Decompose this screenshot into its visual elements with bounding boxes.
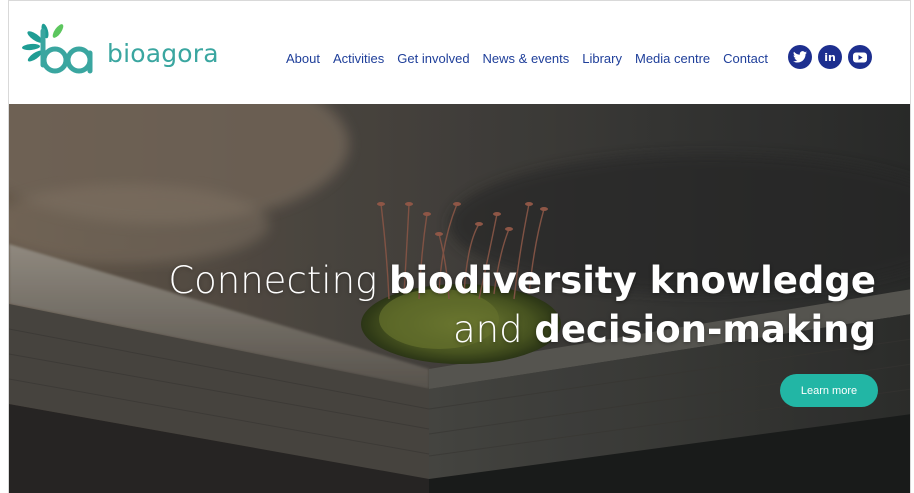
nav-about[interactable]: About: [286, 51, 320, 66]
nav-library[interactable]: Library: [582, 51, 622, 66]
headline-line-2: and decision-making: [168, 305, 876, 354]
nav-get-involved[interactable]: Get involved: [397, 51, 469, 66]
headline-line1-bold: biodiversity knowledge: [389, 259, 876, 302]
bioagora-logo[interactable]: bioagora: [21, 23, 231, 79]
youtube-icon[interactable]: [848, 45, 872, 69]
linkedin-icon[interactable]: in: [818, 45, 842, 69]
nav-activities[interactable]: Activities: [333, 51, 384, 66]
headline-line1-light: Connecting: [168, 259, 389, 302]
learn-more-button[interactable]: Learn more: [780, 374, 878, 407]
main-nav: About Activities Get involved News & eve…: [286, 51, 781, 66]
logo-mark-icon: [22, 23, 93, 74]
hero-banner: Connecting biodiversity knowledge and de…: [9, 104, 910, 493]
linkedin-text: in: [824, 50, 836, 64]
site-header: bioagora About Activities Get involved N…: [9, 1, 910, 104]
nav-contact[interactable]: Contact: [723, 51, 768, 66]
headline-line2-light: and: [452, 308, 535, 351]
twitter-icon[interactable]: [788, 45, 812, 69]
headline-line2-bold: decision-making: [534, 308, 876, 351]
brand-name: bioagora: [107, 38, 219, 68]
nav-media-centre[interactable]: Media centre: [635, 51, 710, 66]
browser-frame: bioagora About Activities Get involved N…: [8, 0, 911, 493]
nav-news-events[interactable]: News & events: [483, 51, 570, 66]
headline-line-1: Connecting biodiversity knowledge: [168, 256, 876, 305]
social-links: in: [788, 45, 872, 69]
hero-headline: Connecting biodiversity knowledge and de…: [168, 256, 876, 354]
